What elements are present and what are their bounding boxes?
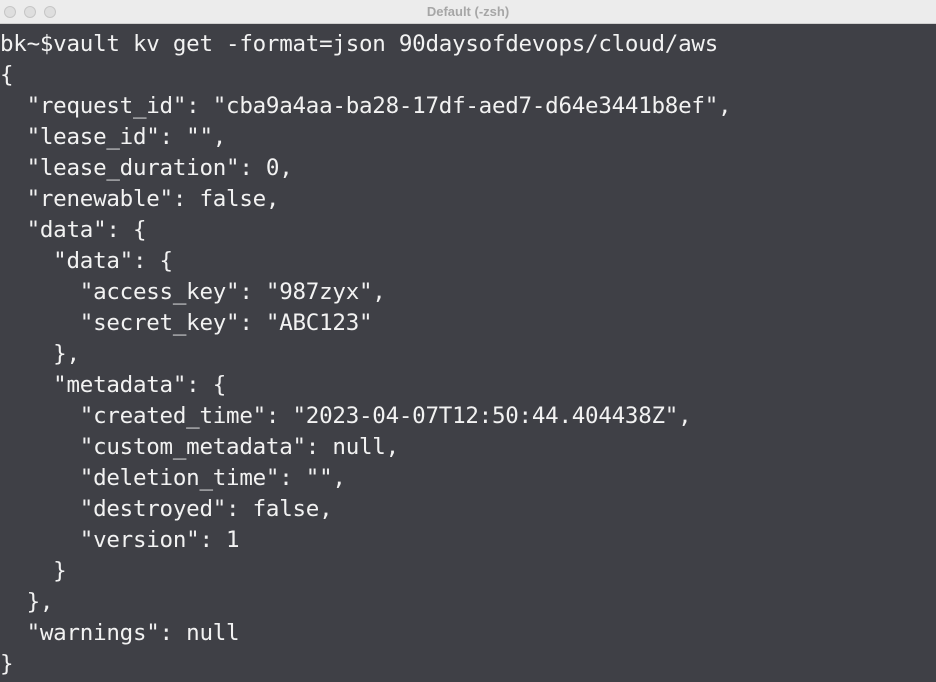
output-line: "metadata": { bbox=[0, 372, 227, 398]
output-line: "warnings": null bbox=[0, 620, 240, 646]
output-line: "destroyed": false, bbox=[0, 496, 333, 522]
output-line: "renewable": false, bbox=[0, 186, 280, 212]
title-bar[interactable]: Default (-zsh) bbox=[0, 0, 936, 24]
output-line: }, bbox=[0, 341, 80, 367]
terminal-window: Default (-zsh) bk~$vault kv get -format=… bbox=[0, 0, 936, 682]
output-line: "created_time": "2023-04-07T12:50:44.404… bbox=[0, 403, 692, 429]
output-line: { bbox=[0, 62, 14, 88]
output-line: } bbox=[0, 651, 14, 677]
output-line: "data": { bbox=[0, 217, 147, 243]
output-line: "deletion_time": "", bbox=[0, 465, 346, 491]
output-line: "version": 1 bbox=[0, 527, 240, 553]
command-line: bk~$vault kv get -format=json 90daysofde… bbox=[0, 31, 718, 57]
output-line: }, bbox=[0, 589, 54, 615]
output-line: "access_key": "987zyx", bbox=[0, 279, 386, 305]
output-line: "lease_duration": 0, bbox=[0, 155, 293, 181]
output-line: "data": { bbox=[0, 248, 173, 274]
output-line: "custom_metadata": null, bbox=[0, 434, 399, 460]
window-title: Default (-zsh) bbox=[426, 4, 510, 19]
output-line: "lease_id": "", bbox=[0, 124, 227, 150]
output-line: } bbox=[0, 558, 67, 584]
terminal-output[interactable]: bk~$vault kv get -format=json 90daysofde… bbox=[0, 29, 936, 682]
output-line: "secret_key": "ABC123" bbox=[0, 310, 373, 336]
output-line: "request_id": "cba9a4aa-ba28-17df-aed7-d… bbox=[0, 93, 732, 119]
